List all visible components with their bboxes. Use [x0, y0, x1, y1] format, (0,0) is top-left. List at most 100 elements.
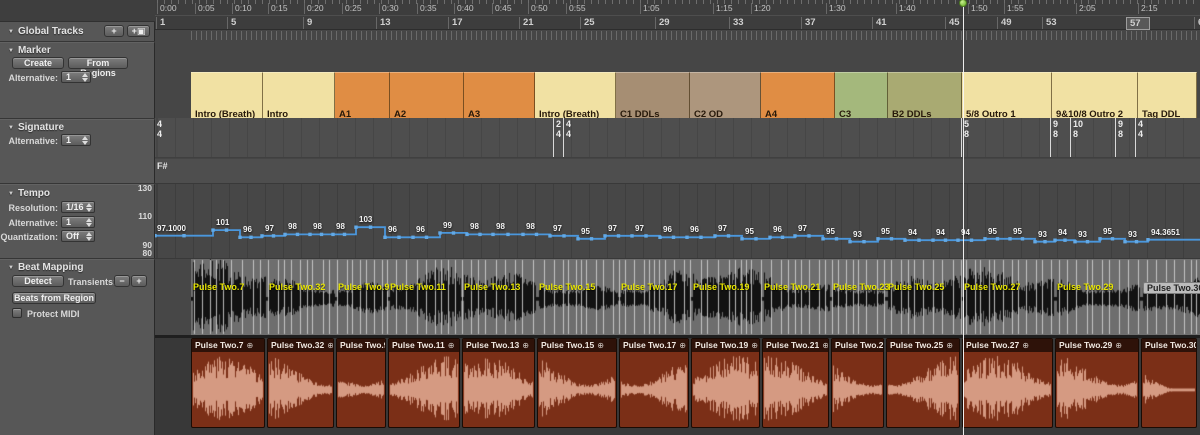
signature-event[interactable]: 4 4 — [1138, 120, 1143, 139]
tempo-point-label[interactable]: 93 — [1128, 230, 1137, 239]
region-name[interactable]: Pulse Two.30⊕ — [1142, 339, 1196, 352]
disclosure-triangle-icon[interactable]: ▼ — [8, 125, 14, 131]
tempo-point-label[interactable]: 98 — [288, 222, 297, 231]
signature-event[interactable]: 4 4 — [157, 120, 162, 139]
tempo-resolution-stepper[interactable]: 1/16 — [61, 201, 95, 213]
tempo-point-label[interactable]: 94 — [936, 228, 945, 237]
beat-region-label[interactable]: Pulse Two.13 — [464, 282, 520, 292]
protect-midi-checkbox[interactable] — [12, 308, 22, 318]
beats-from-region-button[interactable]: Beats from Region — [12, 292, 96, 304]
marker-create-button[interactable]: Create — [12, 57, 64, 69]
playhead[interactable] — [963, 0, 964, 435]
beat-region-label[interactable]: Pulse Two.19 — [693, 282, 749, 292]
stepper-arrows-icon[interactable] — [85, 203, 92, 212]
beat-region-label[interactable]: Pulse Two.25 — [888, 282, 944, 292]
stepper-arrows-icon[interactable] — [81, 73, 88, 82]
region-name[interactable]: Pulse Two.7⊕ — [192, 339, 264, 352]
marker-section-header[interactable]: ▼Marker — [8, 45, 51, 56]
marker-lane[interactable]: Intro (Breath)IntroA1A2A3Intro (Breath)C… — [155, 30, 1200, 118]
audio-region[interactable]: Pulse Two.15⊕ — [537, 338, 617, 428]
signature-event[interactable]: 9 8 — [1053, 120, 1058, 139]
stepper-arrows-icon[interactable] — [85, 232, 92, 241]
disclosure-triangle-icon[interactable]: ▼ — [8, 48, 14, 54]
audio-region[interactable]: Pulse Two.32⊕ — [267, 338, 334, 428]
signature-alternative-stepper[interactable]: 1 — [61, 134, 91, 146]
tempo-point-label[interactable]: 93 — [853, 230, 862, 239]
tempo-point-label[interactable]: 94 — [908, 228, 917, 237]
audio-track-lane[interactable]: Pulse Two.7⊕ Pulse Two.32⊕ Pulse Two.9⊕ Pul… — [155, 338, 1200, 435]
audio-region[interactable]: Pulse Two.27⊕ — [962, 338, 1053, 428]
tempo-lane[interactable] — [155, 183, 1200, 258]
tempo-point-label[interactable]: 97 — [798, 224, 807, 233]
tempo-point-label[interactable]: 94.3651 — [1151, 228, 1180, 237]
tempo-point-label[interactable]: 95 — [1013, 227, 1022, 236]
tempo-point-label[interactable]: 96 — [416, 225, 425, 234]
region-name[interactable]: Pulse Two.17⊕ — [620, 339, 688, 352]
tempo-point-label[interactable]: 103 — [359, 215, 372, 224]
region-name[interactable]: Pulse Two.21⊕ — [763, 339, 828, 352]
beat-mapping-detect-button[interactable]: Detect — [12, 275, 64, 287]
tempo-point-label[interactable]: 93 — [1078, 230, 1087, 239]
bar-ruler[interactable]: 0:000:050:100:150:200:250:300:350:400:45… — [155, 0, 1200, 30]
tempo-alternative-stepper[interactable]: 1 — [61, 216, 95, 228]
tempo-point-label[interactable]: 95 — [826, 227, 835, 236]
region-name[interactable]: Pulse Two.25⊕ — [887, 339, 959, 352]
beat-region-label[interactable]: Pulse Two.30 — [1143, 282, 1200, 294]
marker-from-regions-button[interactable]: From Regions — [68, 57, 128, 69]
region-name[interactable]: Pulse Two.32⊕ — [268, 339, 333, 352]
tempo-point-label[interactable]: 93 — [1038, 230, 1047, 239]
beat-region-label[interactable]: Pulse Two.32 — [269, 282, 325, 292]
tempo-point-label[interactable]: 98 — [336, 222, 345, 231]
tempo-point-label[interactable]: 96 — [663, 225, 672, 234]
audio-region[interactable]: Pulse Two.23⊕ — [831, 338, 884, 428]
tempo-quantization-stepper[interactable]: Off — [61, 230, 95, 242]
tempo-point-label[interactable]: 95 — [988, 227, 997, 236]
region-name[interactable]: Pulse Two.23⊕ — [832, 339, 883, 352]
audio-region[interactable]: Pulse Two.7⊕ — [191, 338, 265, 428]
tempo-point-label[interactable]: 97 — [608, 224, 617, 233]
stepper-arrows-icon[interactable] — [81, 136, 88, 145]
tempo-point-label[interactable]: 95 — [881, 227, 890, 236]
tempo-point-label[interactable]: 97 — [635, 224, 644, 233]
region-name[interactable]: Pulse Two.11⊕ — [389, 339, 459, 352]
tempo-point-label[interactable]: 95 — [1103, 227, 1112, 236]
tempo-point-label[interactable]: 98 — [496, 222, 505, 231]
region-name[interactable]: Pulse Two.9⊕ — [337, 339, 385, 352]
signature-lane[interactable]: 4 42 44 45 89 810 89 84 4 — [155, 118, 1200, 158]
tempo-point-label[interactable]: 97 — [553, 224, 562, 233]
beat-region-label[interactable]: Pulse Two.7 — [193, 282, 244, 292]
tempo-point-label[interactable]: 97 — [718, 224, 727, 233]
tempo-point-label[interactable]: 96 — [243, 225, 252, 234]
audio-region[interactable]: Pulse Two.30⊕ — [1141, 338, 1197, 428]
region-name[interactable]: Pulse Two.13⊕ — [463, 339, 534, 352]
tempo-point-label[interactable]: 101 — [216, 218, 229, 227]
audio-region[interactable]: Pulse Two.11⊕ — [388, 338, 460, 428]
region-name[interactable]: Pulse Two.29⊕ — [1056, 339, 1138, 352]
transients-plus-button[interactable]: + — [131, 275, 147, 287]
add-global-track-button[interactable]: + — [104, 25, 124, 37]
audio-region[interactable]: Pulse Two.21⊕ — [762, 338, 829, 428]
beat-region-label[interactable]: Pulse Two.27 — [964, 282, 1020, 292]
beat-region-label[interactable]: Pulse Two.21 — [764, 282, 820, 292]
tempo-point-label[interactable]: 96 — [773, 225, 782, 234]
tempo-point-label[interactable]: 95 — [745, 227, 754, 236]
tempo-section-header[interactable]: ▼Tempo — [8, 188, 50, 199]
add-track-set-button[interactable]: +▣ — [127, 25, 150, 37]
stepper-arrows-icon[interactable] — [85, 218, 92, 227]
audio-region[interactable]: Pulse Two.25⊕ — [886, 338, 960, 428]
beat-region-label[interactable]: Pulse Two.9 — [338, 282, 389, 292]
beat-region-label[interactable]: Pulse Two.17 — [621, 282, 677, 292]
signature-event[interactable]: 9 8 — [1118, 120, 1123, 139]
tempo-point-label[interactable]: 98 — [470, 222, 479, 231]
region-name[interactable]: Pulse Two.15⊕ — [538, 339, 616, 352]
signature-section-header[interactable]: ▼Signature — [8, 122, 64, 133]
beat-region-label[interactable]: Pulse Two.23 — [833, 282, 889, 292]
beat-region-label[interactable]: Pulse Two.11 — [390, 282, 446, 292]
audio-region[interactable]: Pulse Two.13⊕ — [462, 338, 535, 428]
audio-region[interactable]: Pulse Two.17⊕ — [619, 338, 689, 428]
global-tracks-header[interactable]: ▼Global Tracks — [8, 26, 84, 37]
beat-mapping-lane[interactable]: Pulse Two.7Pulse Two.32Pulse Two.9Pulse … — [155, 258, 1200, 335]
audio-region[interactable]: Pulse Two.29⊕ — [1055, 338, 1139, 428]
disclosure-triangle-icon[interactable]: ▼ — [8, 265, 14, 271]
signature-event[interactable]: 5 8 — [964, 120, 969, 139]
